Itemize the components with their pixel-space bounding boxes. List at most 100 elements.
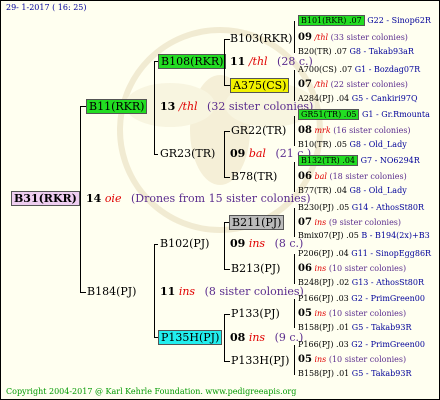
g4-row[interactable]: B10(TR) .05 G8 - Old_Lady	[298, 140, 407, 149]
g4-gen: 06	[298, 171, 312, 182]
g2-mark: bal	[248, 147, 266, 160]
g4-row[interactable]: A284(PJ) .04 G5 - Cankiri97Q	[298, 94, 418, 103]
g4-origin: G2 - PrimGreen00	[351, 294, 425, 303]
connector	[294, 162, 295, 192]
root-gen: 14	[86, 192, 102, 205]
g4-mating: 09 /thl (33 sister colonies)	[298, 32, 408, 43]
g3-node[interactable]: B78(TR)	[231, 170, 277, 183]
g4-row[interactable]: B158(PJ) .01 G5 - Takab93R	[298, 323, 412, 332]
g4-origin: G5 - Cankiri97Q	[351, 94, 418, 103]
g4-origin: G2 - PrimGreen00	[351, 340, 425, 349]
g4-gen: 09	[298, 32, 312, 43]
g2-node[interactable]: GR23(TR)	[160, 147, 215, 160]
g4-id: B132(TR) .04	[298, 155, 359, 166]
g1-node[interactable]: B184(PJ)	[87, 285, 136, 298]
g4-row[interactable]: P206(PJ) .04 G11 - SinopEgg86R	[298, 249, 431, 258]
g4-row[interactable]: B248(PJ) .02 G13 - AthosSt80R	[298, 278, 424, 287]
root-node[interactable]: B31(RKR)	[11, 191, 80, 206]
g4-mark: bal	[314, 172, 327, 181]
g4-row[interactable]: B101(RKR) .07 G22 - Sinop62R	[298, 15, 431, 26]
connector	[294, 208, 295, 237]
g4-mating: 06 bal (18 sister colonies)	[298, 171, 407, 182]
g4-origin: G13 - AthosSt80R	[351, 278, 424, 287]
g2-node[interactable]: P135H(PJ)	[158, 330, 223, 345]
connector	[294, 299, 295, 328]
g3-node[interactable]: P133H(PJ)	[231, 354, 289, 367]
g4-id: GR51(TR) .05	[298, 109, 360, 120]
g1-gen: 11	[160, 285, 176, 298]
connector	[154, 154, 158, 155]
g4-origin: G1 - Bozdag07R	[354, 65, 421, 74]
g4-gen: 07	[298, 79, 312, 90]
root-note: (Drones from 15 sister colonies)	[130, 192, 311, 205]
g4-note: (18 sister colonies)	[329, 172, 407, 181]
g1-mating: 11 ins (8 sister colonies)	[160, 285, 304, 298]
g4-id: B20(TR) .07	[298, 47, 347, 56]
connector	[224, 314, 225, 361]
g4-id: B248(PJ) .02	[298, 278, 350, 287]
g4-id: B10(TR) .05	[298, 140, 347, 149]
g4-row[interactable]: A700(CS) .07 G1 - Bozdag07R	[298, 65, 420, 74]
connector	[224, 314, 230, 315]
g4-note: (9 sister colonies)	[328, 218, 402, 227]
g4-id: B158(PJ) .01	[298, 323, 350, 332]
copyright-footer: Copyright 2004-2017 @ Karl Kehrle Founda…	[6, 387, 297, 396]
g4-gen: 07	[298, 217, 312, 228]
g3-node[interactable]: B103(RKR)	[230, 32, 292, 45]
g4-row[interactable]: B132(TR) .04 G7 - NO6294R	[298, 155, 420, 166]
connector	[80, 106, 81, 292]
g4-origin: G22 - Sinop62R	[367, 16, 431, 25]
g2-mark: ins	[248, 237, 266, 250]
g4-row[interactable]: P166(PJ) .03 G2 - PrimGreen00	[298, 294, 425, 303]
g2-node[interactable]: B102(PJ)	[160, 237, 209, 250]
g4-mating: 07 /thl (22 sister colonies)	[298, 79, 408, 90]
connector	[294, 116, 295, 146]
g4-origin: G8 - Old_Lady	[349, 140, 407, 149]
g3-node[interactable]: B211(PJ)	[229, 215, 285, 230]
g4-id: A284(PJ) .04	[298, 94, 350, 103]
g2-node[interactable]: B108(RKR)	[158, 54, 227, 69]
g4-mark: ins	[314, 264, 327, 273]
g4-row[interactable]: B77(TR) .04 G8 - Old_Lady	[298, 186, 407, 195]
g4-row[interactable]: P166(PJ) .03 G2 - PrimGreen00	[298, 340, 425, 349]
connector	[224, 131, 230, 132]
g4-gen: 08	[298, 125, 312, 136]
g1-mark: /thl	[178, 100, 198, 113]
g3-node[interactable]: P133(PJ)	[231, 307, 280, 320]
connector	[224, 361, 230, 362]
connector	[224, 39, 225, 85]
connector	[80, 292, 86, 293]
g4-row[interactable]: B158(PJ) .01 G5 - Takab93R	[298, 369, 412, 378]
connector	[294, 70, 295, 101]
connector	[224, 177, 230, 178]
connector	[154, 61, 155, 154]
g4-row[interactable]: B230(PJ) .05 G14 - AthosSt80R	[298, 203, 424, 212]
g1-node[interactable]: B11(RKR)	[86, 99, 148, 114]
g4-mark: /thl	[314, 80, 329, 89]
g4-id: Bmix07(PJ) .05	[298, 231, 359, 240]
g4-origin: B - B194(2x)+B3	[361, 231, 430, 240]
g4-row[interactable]: B20(TR) .07 G8 - Takab93aR	[298, 47, 414, 56]
g4-row[interactable]: Bmix07(PJ) .05 B - B194(2x)+B3	[298, 231, 430, 240]
g4-mating: 05 ins (10 sister colonies)	[298, 308, 406, 319]
g4-origin: G8 - Old_Lady	[349, 186, 407, 195]
g4-origin: G7 - NO6294R	[360, 156, 420, 165]
g4-note: (10 sister colonies)	[328, 264, 407, 273]
connector	[154, 244, 155, 337]
g4-origin: G14 - AthosSt80R	[351, 203, 424, 212]
connector	[294, 345, 295, 375]
g4-origin: G5 - Takab93R	[351, 323, 412, 332]
g4-mating: 08 mrk (16 sister colonies)	[298, 125, 411, 136]
g1-mark: ins	[178, 285, 196, 298]
g4-row[interactable]: GR51(TR) .05 G1 - Gr.Rmounta	[298, 109, 430, 120]
print-date: 29- 1-2017 ( 16: 25)	[6, 3, 87, 12]
g3-node[interactable]: B213(PJ)	[231, 262, 280, 275]
g2-gen: 09	[230, 147, 246, 160]
g2-gen: 11	[230, 55, 246, 68]
g4-mating: 05 ins (10 sister colonies)	[298, 354, 406, 365]
g4-gen: 05	[298, 354, 312, 365]
g4-id: P166(PJ) .03	[298, 340, 349, 349]
g3-node[interactable]: A375(CS)	[230, 78, 290, 93]
g4-origin: G5 - Takab93R	[351, 369, 412, 378]
g3-node[interactable]: GR22(TR)	[231, 124, 286, 137]
